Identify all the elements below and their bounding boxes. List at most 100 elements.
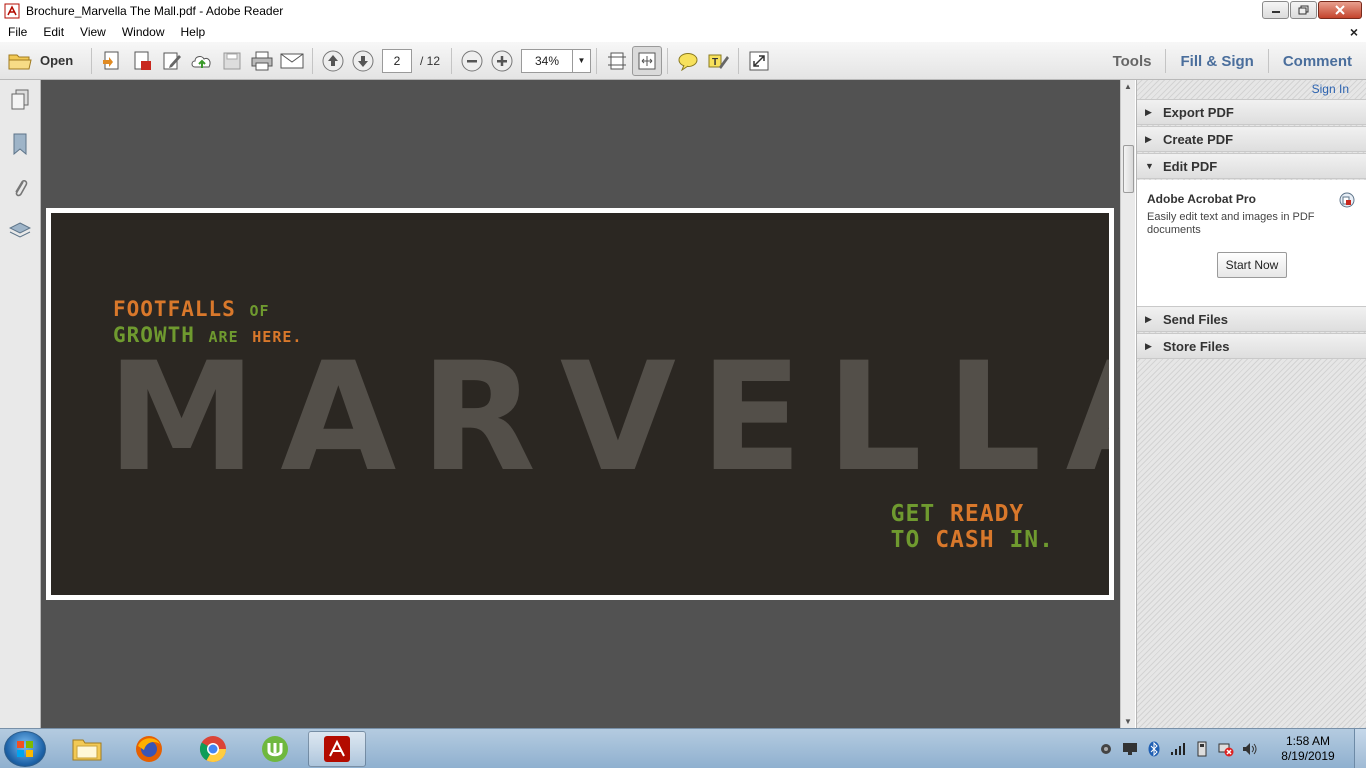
tagline-word: IN. [1009, 527, 1054, 553]
arrow-up-circle-icon [322, 50, 344, 71]
tray-app-icon[interactable] [1096, 740, 1116, 758]
next-page-button[interactable] [348, 46, 378, 76]
create-pdf-button[interactable] [97, 46, 127, 76]
zoom-value: 34% [535, 53, 560, 68]
folder-icon [72, 739, 102, 761]
chrome-icon [199, 736, 227, 763]
scroll-up-arrow-icon[interactable]: ▲ [1124, 82, 1132, 91]
toolbar-separator [91, 47, 92, 74]
svg-text:T: T [712, 57, 718, 68]
menu-bar: File Edit View Window Help × [0, 22, 1366, 42]
bookmarks-button[interactable] [8, 132, 32, 156]
external-link-icon[interactable] [1339, 192, 1355, 208]
taskbar-firefox[interactable] [120, 731, 178, 767]
print-button[interactable] [247, 46, 277, 76]
firefox-icon [136, 736, 162, 762]
toolbar-separator [738, 47, 740, 74]
show-desktop-button[interactable] [1354, 729, 1366, 768]
fit-width-button[interactable] [632, 45, 663, 76]
folder-icon [8, 54, 32, 69]
toolbar: Open 2 / 12 34% ▼ T Tools Fill & Sign Co… [0, 42, 1366, 80]
panel-send-files[interactable]: ▶ Send Files [1137, 306, 1366, 332]
paperclip-icon [15, 179, 28, 197]
close-icon [1335, 5, 1345, 15]
convert-pdf-button[interactable] [127, 46, 157, 76]
scrollbar-thumb[interactable] [1123, 145, 1134, 193]
panel-label: Create PDF [1163, 131, 1234, 147]
taskbar-utorrent[interactable] [246, 731, 304, 767]
save-button[interactable] [217, 46, 247, 76]
layers-button[interactable] [8, 218, 32, 242]
close-document-button[interactable]: × [1350, 24, 1358, 40]
tagline-line: TO CASH IN. [891, 527, 1054, 553]
add-comment-button[interactable] [673, 46, 703, 76]
tray-app-icon[interactable] [1192, 740, 1212, 758]
page-number-input[interactable]: 2 [382, 48, 412, 73]
menu-help[interactable]: Help [173, 25, 214, 39]
menu-view[interactable]: View [72, 25, 114, 39]
menu-file[interactable]: File [0, 25, 35, 39]
scroll-down-arrow-icon[interactable]: ▼ [1124, 717, 1132, 726]
taskbar-adobe-reader[interactable] [308, 731, 366, 767]
panel-create-pdf[interactable]: ▶ Create PDF [1137, 126, 1366, 152]
email-button[interactable] [277, 46, 307, 76]
document-view[interactable]: FOOTFALLS OF GROWTH ARE HERE. MARVELLA G… [41, 80, 1120, 728]
fit-page-button[interactable] [602, 46, 632, 76]
full-screen-button[interactable] [744, 46, 774, 76]
page-total: / 12 [420, 53, 441, 68]
bluetooth-icon [1148, 741, 1160, 757]
upload-button[interactable] [187, 46, 217, 76]
tray-app-icon[interactable] [1168, 740, 1188, 758]
tray-app-icon[interactable] [1120, 740, 1140, 758]
taskbar-explorer[interactable] [58, 731, 116, 767]
minimize-icon [1271, 11, 1280, 13]
restore-icon [1298, 5, 1308, 15]
brochure-spread: FOOTFALLS OF GROWTH ARE HERE. MARVELLA G… [51, 213, 1109, 595]
tools-pane-link[interactable]: Tools [1099, 53, 1166, 70]
start-button[interactable] [4, 731, 46, 767]
fill-sign-pane-link[interactable]: Fill & Sign [1166, 53, 1267, 70]
tray-app-icon[interactable] [1240, 740, 1260, 758]
tray-app-icon[interactable] [1216, 740, 1236, 758]
minimize-button[interactable] [1262, 1, 1289, 19]
acrobat-pro-title: Adobe Acrobat Pro [1147, 192, 1256, 206]
vertical-scrollbar[interactable]: ▲ ▼ [1120, 80, 1135, 728]
page-thumbnails-button[interactable] [8, 88, 32, 112]
create-pdf-icon [103, 51, 119, 69]
title-bar: Brochure_Marvella The Mall.pdf - Adobe R… [0, 0, 1366, 22]
comment-pane-link[interactable]: Comment [1269, 53, 1366, 70]
panel-store-files[interactable]: ▶ Store Files [1137, 333, 1366, 359]
open-label: Open [40, 53, 74, 68]
previous-page-button[interactable] [318, 46, 348, 76]
pdf-document-icon [134, 51, 151, 70]
clock-date: 8/19/2019 [1281, 749, 1335, 763]
menu-edit[interactable]: Edit [35, 25, 72, 39]
tools-pane: Sign In ▶ Export PDF ▶ Create PDF ▼ Edit… [1136, 80, 1366, 728]
clock[interactable]: 1:58 AM 8/19/2019 [1268, 734, 1348, 764]
zoom-select[interactable]: 34% ▼ [521, 48, 592, 73]
triangle-right-icon: ▶ [1145, 106, 1152, 117]
tray-app-icon[interactable] [1144, 740, 1164, 758]
start-now-button[interactable]: Start Now [1217, 252, 1287, 278]
edit-pdf-button[interactable] [157, 46, 187, 76]
close-button[interactable] [1318, 1, 1362, 19]
network-error-icon [1218, 743, 1234, 757]
sign-in-link[interactable]: Sign In [1312, 82, 1349, 96]
highlight-text-button[interactable]: T [703, 46, 733, 76]
tagline-line: FOOTFALLS OF [113, 297, 302, 323]
attachments-button[interactable] [8, 176, 32, 200]
menu-window[interactable]: Window [114, 25, 173, 39]
toolbar-pane-links: Tools Fill & Sign Comment [1099, 42, 1366, 80]
edit-document-icon [163, 52, 181, 69]
panel-export-pdf[interactable]: ▶ Export PDF [1137, 99, 1366, 125]
taskbar: 1:58 AM 8/19/2019 [0, 728, 1366, 768]
open-button[interactable]: Open [8, 51, 86, 71]
taskbar-chrome[interactable] [184, 731, 242, 767]
restore-button[interactable] [1290, 1, 1317, 19]
chevron-down-icon[interactable]: ▼ [572, 49, 590, 72]
panel-edit-pdf[interactable]: ▼ Edit PDF [1137, 153, 1366, 179]
envelope-icon [280, 53, 304, 68]
volume-icon [1243, 743, 1257, 755]
zoom-out-button[interactable] [457, 46, 487, 76]
zoom-in-button[interactable] [487, 46, 517, 76]
